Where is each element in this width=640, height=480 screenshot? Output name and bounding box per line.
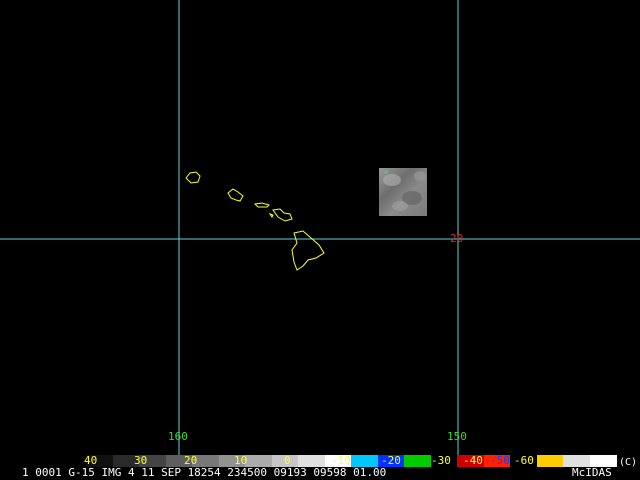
- island-molokai: [253, 202, 270, 208]
- island-lanai: [268, 213, 274, 218]
- island-kauai: [185, 171, 201, 184]
- island-oahu: [227, 188, 244, 202]
- island-maui: [272, 208, 293, 222]
- latitude-label-20: 20: [450, 232, 464, 245]
- colorbar-segment: [404, 455, 431, 467]
- colorbar-label: -40: [463, 454, 483, 467]
- colorbar-label: -30: [431, 454, 451, 467]
- longitude-label-150: 150: [447, 430, 467, 443]
- longitude-label-160: 160: [168, 430, 188, 443]
- copyright-mark: (C): [618, 457, 637, 468]
- island-hawaii: [291, 230, 325, 271]
- imagery-patch: [379, 168, 427, 216]
- satellite-map-viewer: 160 150 20 40 30 20 10 0 -10 -20 -30 -40…: [0, 0, 640, 480]
- mcidas-brand: McIDAS: [572, 466, 612, 479]
- colorbar-label: -60: [514, 454, 534, 467]
- colorbar-segment: [536, 455, 564, 467]
- image-info-line: 1 0001 G-15 IMG 4 11 SEP 18254 234500 09…: [22, 466, 387, 479]
- coastlines: [185, 171, 325, 271]
- map-canvas: [0, 0, 640, 455]
- colorbar-label: -50: [490, 454, 510, 467]
